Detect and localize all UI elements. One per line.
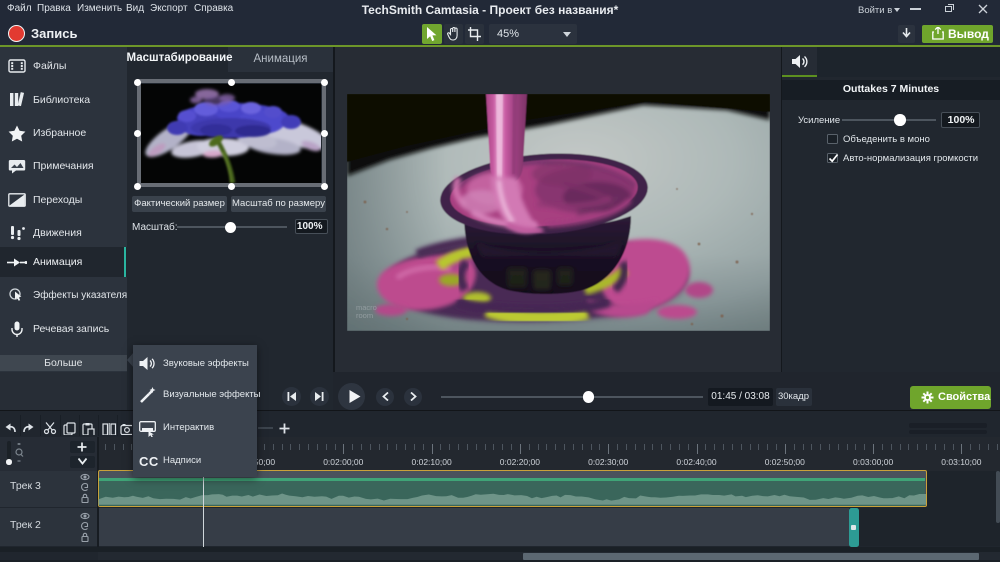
svg-text:room: room bbox=[356, 311, 373, 320]
